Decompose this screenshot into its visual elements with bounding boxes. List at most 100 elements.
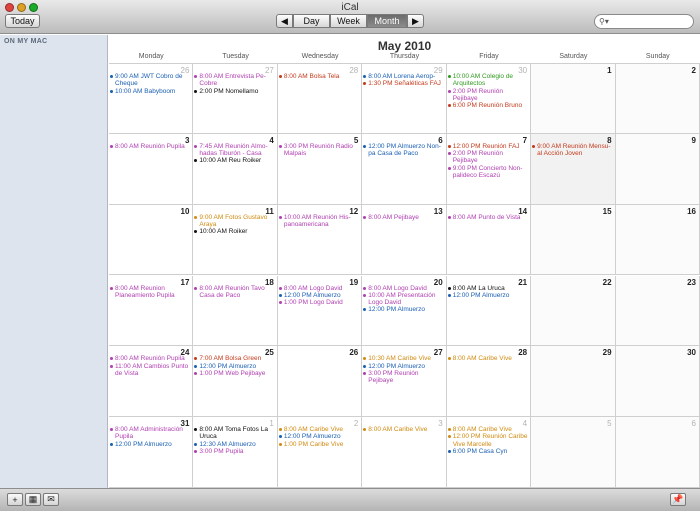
day-cell[interactable]: 2 8:00 AM Caribe Vive 12:00 PM Almuerzo 1:0… <box>277 417 363 488</box>
day-cell[interactable]: 9 <box>615 133 700 205</box>
calendar-event[interactable]: 10:00 AM Roiker <box>194 228 274 235</box>
calendar-event[interactable]: 8:00 AM Reunión Pupila <box>110 355 190 362</box>
day-cell[interactable]: 15 <box>531 204 616 276</box>
search-field[interactable]: ⚲▾ <box>594 14 694 29</box>
next-button[interactable]: ▶ <box>407 14 424 28</box>
day-cell[interactable]: 7 12:00 PM Reunión FAJ 2:00 PM Reunión Pej… <box>446 133 532 205</box>
day-cell[interactable]: 10 <box>109 204 194 276</box>
calendar-event[interactable]: 10:30 AM Caribe Vive <box>363 355 443 362</box>
calendar-event[interactable]: 10:00 AM Reunión His-panoamericana <box>278 214 359 229</box>
view-day-button[interactable]: Day <box>293 14 330 28</box>
pin-button[interactable]: 📌 <box>670 493 686 506</box>
day-cell[interactable]: 18 8:00 AM Reunión Tavo Casa de Paco <box>193 275 278 347</box>
day-cell[interactable]: 27 8:00 AM Entrevista Pe-Cobre 2:00 PM Nom… <box>193 63 278 134</box>
calendar-event[interactable]: 8:00 AM Caribe Vive <box>278 426 359 433</box>
calendar-event[interactable]: 8:00 AM Caribe Vive <box>447 355 528 362</box>
calendar-event[interactable]: 8:00 AM Reunion Planeamiento Pupila <box>110 285 190 300</box>
calendar-event[interactable]: 8:00 AM Reunión Tavo Casa de Paco <box>194 285 274 300</box>
calendar-event[interactable]: 8:00 AM Pejibaye <box>363 214 443 221</box>
calendar-event[interactable]: 3:00 PM Reunión Radio Malpais <box>278 143 359 158</box>
calendar-event[interactable]: 12:00 PM Almuerzo <box>278 433 359 440</box>
calendar-event[interactable]: 1:30 PM Señaléticas FAJ <box>363 80 443 87</box>
day-cell[interactable]: 11 9:00 AM Fotos Gustavo Araya 10:00 AM Ro… <box>193 204 278 276</box>
day-cell[interactable]: 1 8:00 AM Toma Fotos La Uruca 12:30 AM Alm… <box>193 417 278 488</box>
calendar-event[interactable]: 8:00 AM Administración Pupila <box>110 426 190 441</box>
calendar-event[interactable]: 10:00 AM Presentación Logo David <box>363 292 443 307</box>
day-cell[interactable]: 3 8:00 AM Reunión Pupila <box>109 133 194 205</box>
day-cell[interactable]: 28 8:00 AM Bolsa Tela <box>277 63 363 134</box>
calendar-event[interactable]: 9:00 AM Reunión Mensu-al Acción Joven <box>532 143 612 158</box>
calendar-event[interactable]: 12:00 PM Reunión FAJ <box>447 143 528 150</box>
add-calendar-button[interactable]: + <box>7 493 23 506</box>
day-cell[interactable]: 22 <box>531 275 616 347</box>
calendar-event[interactable]: 8:00 AM Caribe Vive <box>363 426 443 433</box>
day-cell[interactable]: 8 9:00 AM Reunión Mensu-al Acción Joven <box>531 133 616 205</box>
day-cell[interactable]: 30 10:00 AM Colegio de Arquitectos 2:00 PM… <box>446 63 532 134</box>
day-cell[interactable]: 5 <box>531 417 616 488</box>
day-cell[interactable]: 1 <box>531 63 616 134</box>
calendar-event[interactable]: 11:00 AM Cambios Punto de Vista <box>110 363 190 378</box>
calendar-event[interactable]: 8:00 AM Punto de Vista <box>447 214 528 221</box>
day-cell[interactable]: 6 12:00 PM Almuerzo Non-pa Casa de Paco <box>362 133 447 205</box>
calendar-event[interactable]: 6:00 PM Reunión Bruno <box>447 102 528 109</box>
calendar-event[interactable]: 12:00 PM Almuerzo Non-pa Casa de Paco <box>363 143 443 158</box>
day-cell[interactable]: 30 <box>615 346 700 418</box>
calendar-event[interactable]: 10:00 AM Colegio de Arquitectos <box>447 73 528 88</box>
calendar-event[interactable]: 6:00 PM Casa Cyn <box>447 448 528 455</box>
calendar-event[interactable]: 8:00 AM Logo David <box>363 285 443 292</box>
prev-button[interactable]: ◀ <box>276 14 293 28</box>
day-cell[interactable]: 19 8:00 AM Logo David 12:00 PM Almuerzo 1:0… <box>277 275 363 347</box>
calendar-event[interactable]: 7:45 AM Reunión Almo-hadas Tiburón - Cas… <box>194 143 274 158</box>
day-cell[interactable]: 21 8:00 AM La Uruca 12:00 PM Almuerzo <box>446 275 532 347</box>
calendar-event[interactable]: 12:00 PM Almuerzo <box>363 306 443 313</box>
calendar-event[interactable]: 9:00 AM Fotos Gustavo Araya <box>194 214 274 229</box>
day-cell[interactable]: 25 7:00 AM Bolsa Green 12:00 PM Almuerzo 1:… <box>193 346 278 418</box>
calendar-event[interactable]: 12:00 PM Almuerzo <box>278 292 359 299</box>
view-month-button[interactable]: Month <box>367 14 407 28</box>
calendar-event[interactable]: 8:00 AM La Uruca <box>447 285 528 292</box>
day-cell[interactable]: 5 3:00 PM Reunión Radio Malpais <box>277 133 363 205</box>
day-cell[interactable]: 6 <box>615 417 700 488</box>
day-cell[interactable]: 3 8:00 AM Caribe Vive <box>362 417 447 488</box>
day-cell[interactable]: 23 <box>615 275 700 347</box>
calendar-event[interactable]: 12:00 PM Almuerzo <box>447 292 528 299</box>
calendar-event[interactable]: 2:00 PM Reunión Pejibaye <box>447 150 528 165</box>
day-cell[interactable]: 26 <box>277 346 363 418</box>
today-button[interactable]: Today <box>5 14 40 28</box>
calendar-event[interactable]: 12:00 PM Almuerzo <box>110 441 190 448</box>
calendar-event[interactable]: 12:00 PM Reunión Caribe Vive Marcelle <box>447 433 528 448</box>
day-cell[interactable]: 27 10:30 AM Caribe Vive 12:00 PM Almuerzo 3… <box>362 346 447 418</box>
calendar-event[interactable]: 3:00 PM Pupila <box>194 448 274 455</box>
calendar-event[interactable]: 8:00 AM Reunión Pupila <box>110 143 190 150</box>
calendar-event[interactable]: 10:00 AM Reu Roiker <box>194 157 274 164</box>
day-cell[interactable]: 12 10:00 AM Reunión His-panoamericana <box>277 204 363 276</box>
day-cell[interactable]: 20 8:00 AM Logo David 10:00 AM Presentació… <box>362 275 447 347</box>
calendar-event[interactable]: 12:30 AM Almuerzo <box>194 441 274 448</box>
day-cell[interactable]: 13 8:00 AM Pejibaye <box>362 204 447 276</box>
calendar-event[interactable]: 8:00 AM Logo David <box>278 285 359 292</box>
day-cell[interactable]: 4 8:00 AM Caribe Vive 12:00 PM Reunión Car… <box>446 417 532 488</box>
calendar-event[interactable]: 9:00 PM Concierto Non-palideco Escazú <box>447 165 528 180</box>
day-cell[interactable]: 29 <box>531 346 616 418</box>
calendar-event[interactable]: 8:00 AM Lorena Aerop- <box>363 73 443 80</box>
calendar-event[interactable]: 1:00 PM Web Pejibaye <box>194 370 274 377</box>
day-cell[interactable]: 29 8:00 AM Lorena Aerop- 1:30 PM Señalétic… <box>362 63 447 134</box>
calendar-event[interactable]: 2:00 PM Reunión Pejibaye <box>447 88 528 103</box>
day-cell[interactable]: 14 8:00 AM Punto de Vista <box>446 204 532 276</box>
calendar-event[interactable]: 8:00 AM Caribe Vive <box>447 426 528 433</box>
calendar-event[interactable]: 12:00 PM Almuerzo <box>194 363 274 370</box>
calendar-event[interactable]: 7:00 AM Bolsa Green <box>194 355 274 362</box>
day-cell[interactable]: 17 8:00 AM Reunion Planeamiento Pupila <box>109 275 194 347</box>
day-cell[interactable]: 28 8:00 AM Caribe Vive <box>446 346 532 418</box>
show-mini-calendar-button[interactable]: ▦ <box>25 493 41 506</box>
calendar-event[interactable]: 8:00 AM Toma Fotos La Uruca <box>194 426 274 441</box>
calendar-event[interactable]: 2:00 PM Nomellamo <box>194 88 274 95</box>
calendar-event[interactable]: 8:00 AM Entrevista Pe-Cobre <box>194 73 274 88</box>
day-cell[interactable]: 2 <box>615 63 700 134</box>
calendar-event[interactable]: 9:00 AM JWT Cobro de Cheque <box>110 73 190 88</box>
calendar-event[interactable]: 1:00 PM Logo David <box>278 299 359 306</box>
view-week-button[interactable]: Week <box>330 14 367 28</box>
day-cell[interactable]: 31 8:00 AM Administración Pupila 12:00 PM … <box>109 417 194 488</box>
calendar-event[interactable]: 8:00 AM Bolsa Tela <box>278 73 359 80</box>
day-cell[interactable]: 16 <box>615 204 700 276</box>
